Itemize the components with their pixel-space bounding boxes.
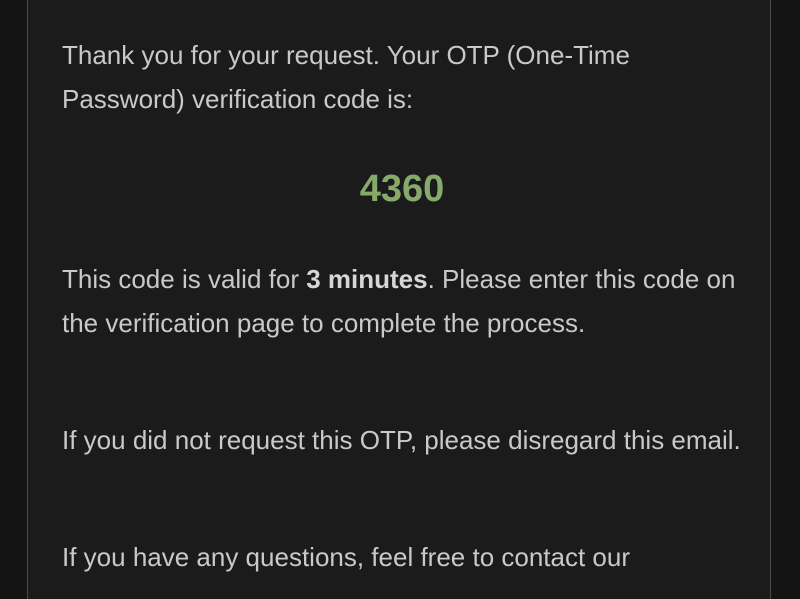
- disregard-text: If you did not request this OTP, please …: [62, 425, 741, 455]
- validity-duration: 3 minutes: [306, 264, 428, 294]
- email-card: Dear User, Thank you for your request. Y…: [27, 0, 771, 599]
- otp-code: 4360: [359, 168, 445, 210]
- otp-request-text: Thank you for your request. Your OTP (On…: [62, 40, 630, 114]
- contact-text: If you have any questions, feel free to …: [62, 542, 631, 572]
- validity-prefix: This code is valid for: [62, 264, 307, 294]
- greeting-text: Dear User,: [62, 0, 742, 9]
- validity-paragraph: This code is valid for 3 minutes. Please…: [62, 257, 742, 345]
